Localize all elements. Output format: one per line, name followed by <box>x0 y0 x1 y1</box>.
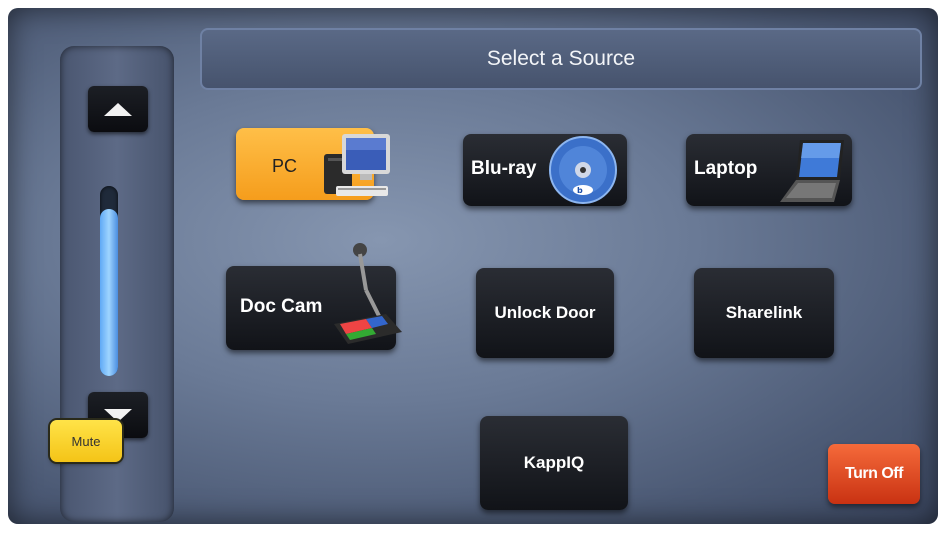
touch-panel: Mute Select a Source PC Blu-ray b Laptop… <box>8 8 938 524</box>
unlock-door-label: Unlock Door <box>494 303 596 322</box>
source-doccam-label: Doc Cam <box>240 296 323 317</box>
page-title: Select a Source <box>486 47 636 70</box>
source-laptop-label: Laptop <box>694 158 758 179</box>
turn-off-label: Turn Off <box>845 465 903 482</box>
svg-text:b: b <box>577 186 583 195</box>
volume-level-fill <box>100 208 118 376</box>
unlock-door-button[interactable]: Unlock Door <box>476 268 614 358</box>
document-camera-icon <box>334 243 402 344</box>
source-doccam-button[interactable]: Doc Cam <box>226 243 402 350</box>
turn-off-button[interactable]: Turn Off <box>828 444 920 504</box>
source-pc-button[interactable]: PC <box>236 128 390 200</box>
source-pc-label: PC <box>272 156 298 176</box>
source-bluray-label: Blu-ray <box>471 158 537 179</box>
source-kappiq-button[interactable]: KappIQ <box>480 416 628 510</box>
desktop-pc-icon <box>324 134 390 196</box>
laptop-icon <box>780 140 844 202</box>
volume-slider[interactable] <box>100 186 118 376</box>
source-laptop-button[interactable]: Laptop <box>686 134 852 206</box>
source-bluray-button[interactable]: Blu-ray b <box>463 134 627 206</box>
bluray-disc-icon: b <box>549 136 617 204</box>
page-title-bar: Select a Source <box>200 28 922 90</box>
volume-up-button[interactable] <box>88 86 148 132</box>
source-sharelink-button[interactable]: Sharelink <box>694 268 834 358</box>
mute-label: Mute <box>71 433 101 449</box>
mute-button[interactable]: Mute <box>50 420 122 462</box>
cropped-top-strip <box>0 0 938 8</box>
source-kappiq-label: KappIQ <box>523 453 585 472</box>
source-sharelink-label: Sharelink <box>725 303 803 322</box>
arrow-up-icon <box>104 102 132 116</box>
